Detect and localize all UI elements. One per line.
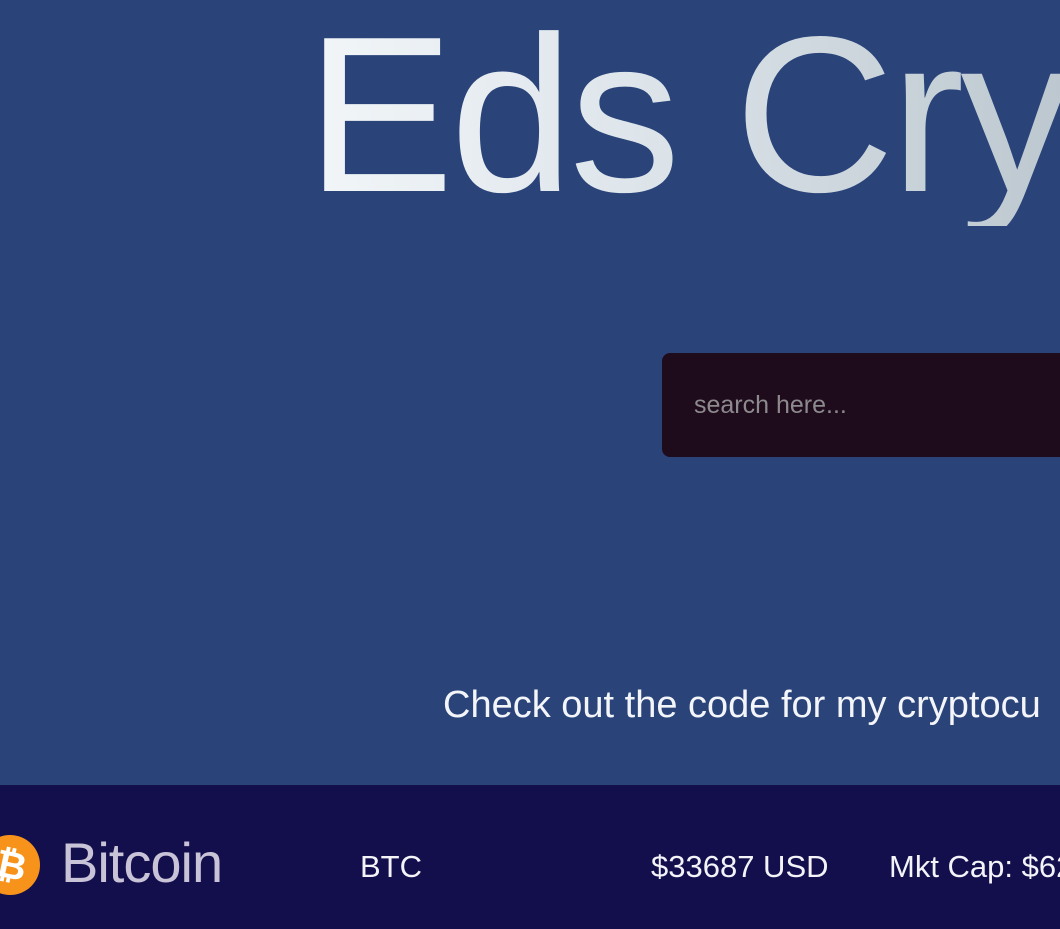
- bitcoin-icon: ₿: [0, 835, 40, 895]
- coin-name: Bitcoin: [61, 831, 223, 894]
- coin-symbol: BTC: [360, 849, 422, 884]
- page-title: Eds Cryp: [306, 4, 1060, 226]
- coin-price: $33687 USD: [651, 849, 829, 884]
- coin-market-cap: Mkt Cap: $62: [889, 849, 1060, 884]
- page: Eds Cryp Check out the code for my crypt…: [0, 0, 1060, 929]
- search-input[interactable]: [662, 353, 1060, 457]
- coin-row[interactable]: ₿ Bitcoin BTC $33687 USD Mkt Cap: $62: [0, 785, 1060, 929]
- code-link[interactable]: Check out the code for my cryptocu: [443, 684, 1041, 727]
